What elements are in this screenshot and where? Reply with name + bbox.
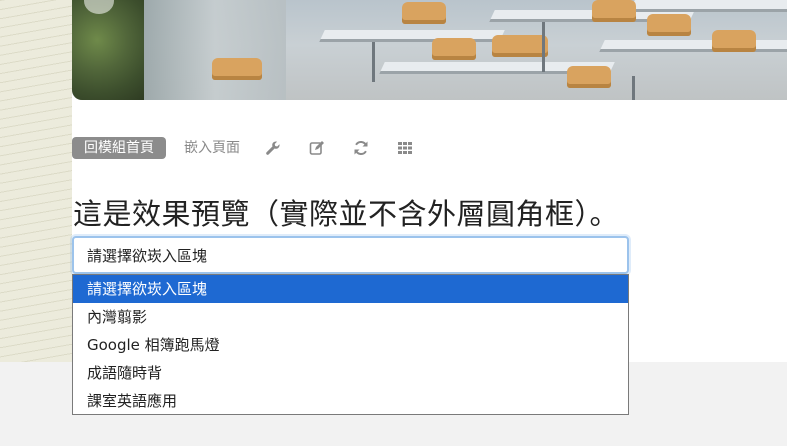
banner-window: [144, 0, 286, 100]
banner-chair: [492, 35, 548, 57]
select-option[interactable]: 課室英語應用: [73, 387, 628, 415]
banner-chair: [402, 2, 446, 24]
decorative-side-strip: [0, 0, 72, 362]
embed-page-link[interactable]: 嵌入頁面: [184, 137, 240, 159]
banner-chair: [647, 14, 691, 36]
embed-block-select[interactable]: 請選擇欲崁入區塊: [72, 236, 629, 274]
select-option[interactable]: 成語隨時背: [73, 359, 628, 387]
banner-chair: [567, 66, 611, 88]
select-current-value: 請選擇欲崁入區塊: [87, 246, 208, 265]
banner-desk-leg: [632, 76, 635, 100]
banner-chair: [592, 0, 636, 22]
module-toolbar: 回模組首頁 嵌入頁面: [72, 137, 416, 159]
banner-desk-leg: [372, 42, 375, 82]
select-option[interactable]: 請選擇欲崁入區塊: [73, 275, 628, 303]
banner-desk-leg: [542, 22, 545, 72]
module-home-button[interactable]: 回模組首頁: [72, 137, 166, 159]
banner-chair: [432, 38, 476, 60]
banner-chair: [712, 30, 756, 52]
banner-desk: [599, 40, 787, 52]
wrench-icon[interactable]: [262, 137, 284, 159]
preview-title: 這是效果預覽（實際並不含外層圓角框）。: [73, 197, 620, 231]
banner-chair: [212, 58, 262, 80]
banner-image: [72, 0, 787, 100]
banner-tree-foliage: [72, 0, 144, 100]
edit-icon[interactable]: [306, 137, 328, 159]
banner-desk: [319, 30, 505, 42]
grid-icon[interactable]: [394, 137, 416, 159]
refresh-icon[interactable]: [350, 137, 372, 159]
embed-block-options-list: 請選擇欲崁入區塊 內灣翦影 Google 相簿跑馬燈 成語隨時背 課室英語應用: [72, 274, 629, 415]
banner-desk: [629, 0, 787, 12]
select-option[interactable]: 內灣翦影: [73, 303, 628, 331]
select-option[interactable]: Google 相簿跑馬燈: [73, 331, 628, 359]
